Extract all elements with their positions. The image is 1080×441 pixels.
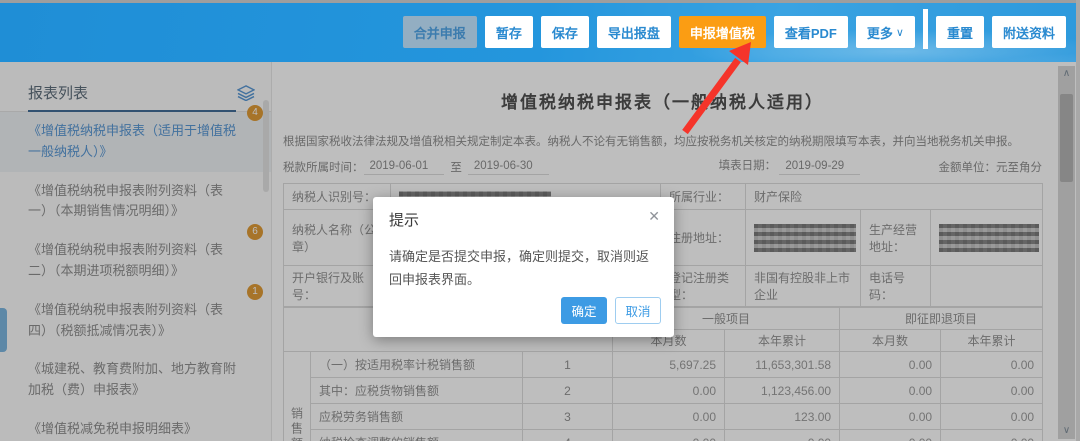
window-right-border (1076, 0, 1080, 441)
toolbar-buttons: 合并申报 暂存 保存 导出报盘 申报增值税 查看PDF 更多 ∨ 重置 附送资料 (403, 16, 1066, 48)
save-button[interactable]: 保存 (541, 16, 589, 48)
dialog-title: 提示 (389, 212, 419, 229)
content-area: 报表列表 《增值税纳税申报表（适用于增值税一般纳税人）》 4 《增值税纳税申报表… (0, 62, 1080, 441)
window-top-border (0, 0, 1080, 3)
merge-declare-button[interactable]: 合并申报 (403, 16, 477, 48)
tax-filing-app: 合并申报 暂存 保存 导出报盘 申报增值税 查看PDF 更多 ∨ 重置 附送资料… (0, 0, 1080, 441)
cursor-artifact (923, 9, 928, 49)
reset-button[interactable]: 重置 (936, 16, 984, 48)
top-toolbar: 合并申报 暂存 保存 导出报盘 申报增值税 查看PDF 更多 ∨ 重置 附送资料 (0, 3, 1080, 62)
dialog-message: 请确定是否提交申报，确定则提交，取消则返回申报表界面。 (373, 230, 674, 292)
declare-vat-button[interactable]: 申报增值税 (679, 16, 766, 48)
view-pdf-button[interactable]: 查看PDF (774, 16, 848, 48)
confirm-button[interactable]: 确定 (561, 297, 607, 324)
more-button-label: 更多 (867, 23, 893, 42)
cancel-button[interactable]: 取消 (615, 297, 661, 324)
more-button[interactable]: 更多 ∨ (856, 16, 915, 48)
export-disk-button[interactable]: 导出报盘 (597, 16, 671, 48)
confirm-dialog: 提示 ✕ 请确定是否提交申报，确定则提交，取消则返回申报表界面。 确定 取消 (373, 197, 674, 337)
attach-materials-button[interactable]: 附送资料 (992, 16, 1066, 48)
chevron-down-icon: ∨ (896, 26, 904, 39)
temp-save-button[interactable]: 暂存 (485, 16, 533, 48)
close-icon[interactable]: ✕ (648, 208, 660, 225)
